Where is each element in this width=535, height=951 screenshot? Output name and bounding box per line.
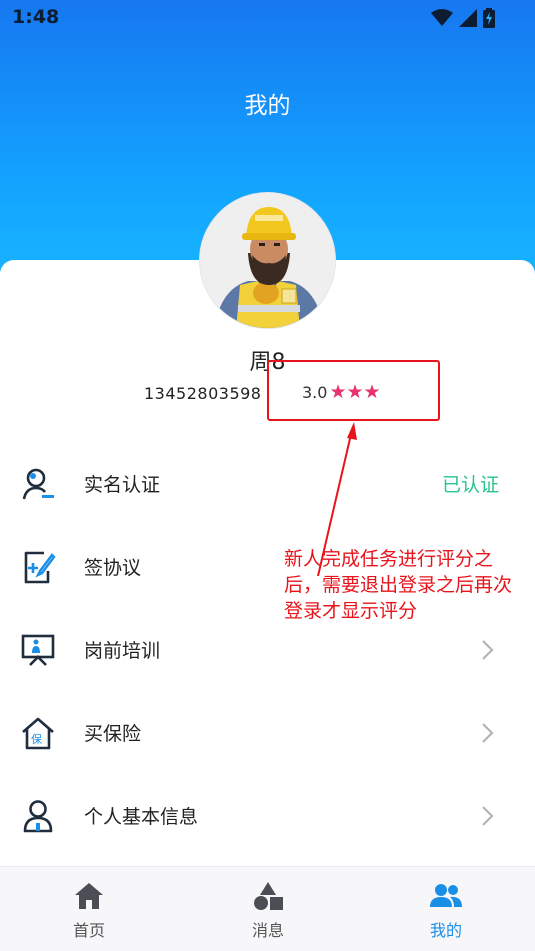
status-time: 1:48 <box>12 6 60 28</box>
menu-label: 岗前培训 <box>84 640 161 662</box>
menu-item-pre-job-training[interactable]: 岗前培训 <box>0 620 535 680</box>
tab-label: 首页 <box>72 921 105 940</box>
menu-item-personal-info[interactable]: 个人基本信息 <box>0 786 535 846</box>
worker-avatar-illustration <box>200 193 335 328</box>
shapes-icon <box>254 882 283 910</box>
verified-status: 已认证 <box>441 474 499 496</box>
menu-label: 签协议 <box>84 557 142 579</box>
status-icons <box>431 8 495 28</box>
status-bar: 1:48 <box>0 0 535 36</box>
user-phone: 13452803598 <box>144 384 262 403</box>
annotation-text: 新人完成任务进行评分之后，需要退出登录之后再次登录才显示评分 <box>284 548 513 622</box>
menu-label: 个人基本信息 <box>84 806 199 828</box>
menu-item-buy-insurance[interactable]: 保 买保险 <box>0 703 535 763</box>
tab-label: 我的 <box>429 921 462 940</box>
tab-label: 消息 <box>251 921 284 940</box>
chevron-right-icon <box>482 806 494 826</box>
avatar[interactable] <box>199 192 336 329</box>
insurance-house-icon: 保 <box>22 717 54 750</box>
tab-messages[interactable]: 消息 <box>218 881 318 941</box>
annotation-highlight-box <box>267 360 440 421</box>
user-verify-icon <box>22 468 54 500</box>
tab-home[interactable]: 首页 <box>39 881 139 941</box>
signal-icon <box>459 9 477 27</box>
chevron-right-icon <box>482 640 494 660</box>
menu-item-real-name-verify[interactable]: 实名认证 已认证 <box>0 454 535 514</box>
training-board-icon <box>21 634 55 666</box>
menu-label: 买保险 <box>84 723 142 745</box>
wifi-icon <box>431 9 453 26</box>
bottom-tab-bar: 首页 消息 我的 <box>0 866 535 951</box>
person-info-icon <box>23 800 53 833</box>
svg-text:保: 保 <box>31 732 42 746</box>
people-icon <box>430 884 462 907</box>
battery-icon <box>483 8 495 28</box>
home-icon <box>75 883 103 909</box>
sign-document-icon <box>24 551 56 584</box>
tab-mine[interactable]: 我的 <box>396 881 496 941</box>
chevron-right-icon <box>482 723 494 743</box>
menu-label: 实名认证 <box>84 474 161 496</box>
page-title: 我的 <box>244 93 291 119</box>
